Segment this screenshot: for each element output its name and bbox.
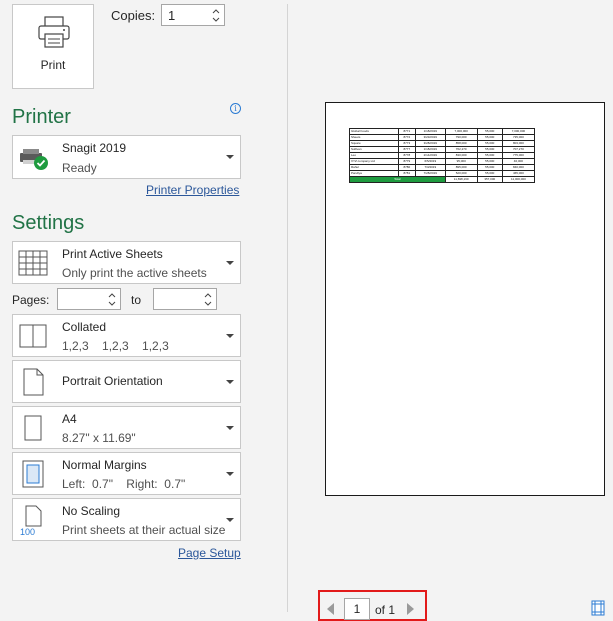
spin-up-icon[interactable] bbox=[106, 291, 118, 300]
paper-size-dropdown[interactable]: A4 8.27" x 11.69" bbox=[12, 406, 241, 449]
copies-label: Copies: bbox=[111, 8, 156, 23]
margins-icon bbox=[22, 460, 44, 487]
next-page-button[interactable] bbox=[406, 602, 415, 619]
page-count-label: of 1 bbox=[375, 603, 396, 617]
triangle-right-icon bbox=[407, 603, 414, 615]
current-page-input[interactable]: 1 bbox=[344, 598, 370, 620]
no-scaling-icon: 100 bbox=[20, 505, 42, 536]
chevron-down-icon bbox=[226, 379, 234, 384]
collated-pages-icon bbox=[19, 324, 47, 347]
orientation-title: Portrait Orientation bbox=[62, 374, 163, 388]
chevron-down-icon bbox=[226, 425, 234, 430]
triangle-left-icon bbox=[327, 603, 334, 615]
scaling-dropdown[interactable]: 100 No Scaling Print sheets at their act… bbox=[12, 498, 241, 541]
print-button-label: Print bbox=[40, 58, 66, 72]
collation-subtitle: 1,2,3 1,2,3 1,2,3 bbox=[62, 339, 169, 353]
chevron-down-icon bbox=[226, 517, 234, 522]
preview-table: Global Foods 8771 1/18/2019 7,000,000 55,000… bbox=[349, 128, 536, 183]
chevron-down-icon bbox=[226, 333, 234, 338]
settings-section-title: Settings bbox=[12, 212, 85, 234]
copies-value: 1 bbox=[168, 8, 176, 23]
info-icon[interactable]: i bbox=[230, 103, 241, 114]
collation-dropdown[interactable]: Collated 1,2,3 1,2,3 1,2,3 bbox=[12, 314, 241, 357]
scaling-subtitle: Print sheets at their actual size bbox=[62, 523, 226, 537]
chevron-down-icon bbox=[226, 260, 234, 265]
print-what-dropdown[interactable]: Print Active Sheets Only print the activ… bbox=[12, 241, 241, 284]
spin-up-icon[interactable] bbox=[202, 291, 214, 300]
preview-total-cell: Total bbox=[349, 176, 446, 183]
preview-total-cell: 11,698,160 bbox=[444, 176, 478, 183]
copies-stepper[interactable]: 1 bbox=[161, 4, 225, 26]
pages-from-input[interactable] bbox=[57, 288, 121, 310]
scaling-title: No Scaling bbox=[62, 504, 121, 518]
margins-title: Normal Margins bbox=[62, 458, 147, 472]
chevron-down-icon bbox=[226, 155, 234, 159]
paper-icon bbox=[24, 415, 42, 440]
margins-dropdown[interactable]: Normal Margins Left: 0.7" Right: 0.7" bbox=[12, 452, 241, 495]
print-button[interactable]: Print bbox=[12, 4, 94, 89]
pages-to-label: to bbox=[131, 293, 142, 307]
portrait-page-icon bbox=[23, 368, 44, 395]
chevron-down-icon bbox=[226, 471, 234, 476]
printer-section-title: Printer bbox=[12, 106, 71, 128]
spin-up-icon[interactable] bbox=[210, 7, 222, 16]
paper-size-subtitle: 8.27" x 11.69" bbox=[62, 431, 136, 445]
spin-down-icon[interactable] bbox=[202, 300, 214, 309]
preview-total-row: Total 11,698,160 357,000 11,000,000 bbox=[349, 176, 536, 183]
panel-divider bbox=[287, 4, 288, 612]
preview-total-cell: 11,000,000 bbox=[501, 176, 536, 183]
printer-name: Snagit 2019 bbox=[62, 141, 127, 155]
spin-down-icon[interactable] bbox=[210, 16, 222, 25]
printer-icon bbox=[38, 16, 70, 48]
spin-down-icon[interactable] bbox=[106, 300, 118, 309]
print-what-title: Print Active Sheets bbox=[62, 247, 163, 261]
pages-to-input[interactable] bbox=[153, 288, 217, 310]
show-margins-icon bbox=[591, 600, 605, 616]
paper-size-title: A4 bbox=[62, 412, 77, 426]
sheet-grid-icon bbox=[18, 250, 48, 275]
print-what-subtitle: Only print the active sheets bbox=[62, 266, 207, 280]
print-preview-page: Global Foods 8771 1/18/2019 7,000,000 55,000… bbox=[325, 102, 605, 496]
orientation-dropdown[interactable]: Portrait Orientation bbox=[12, 360, 241, 403]
show-margins-button[interactable] bbox=[591, 600, 605, 619]
pages-label: Pages: bbox=[12, 293, 50, 307]
scaling-icon-text: 100 bbox=[20, 527, 35, 536]
collation-title: Collated bbox=[62, 320, 107, 334]
preview-total-cell: 357,000 bbox=[476, 176, 503, 183]
printer-dropdown[interactable]: Snagit 2019 Ready bbox=[12, 135, 241, 179]
printer-properties-link[interactable]: Printer Properties bbox=[146, 183, 239, 197]
margins-subtitle: Left: 0.7" Right: 0.7" bbox=[62, 477, 186, 491]
printer-status: Ready bbox=[62, 161, 97, 175]
printer-ready-icon bbox=[20, 149, 48, 170]
previous-page-button[interactable] bbox=[326, 602, 335, 619]
page-setup-link[interactable]: Page Setup bbox=[178, 546, 241, 560]
